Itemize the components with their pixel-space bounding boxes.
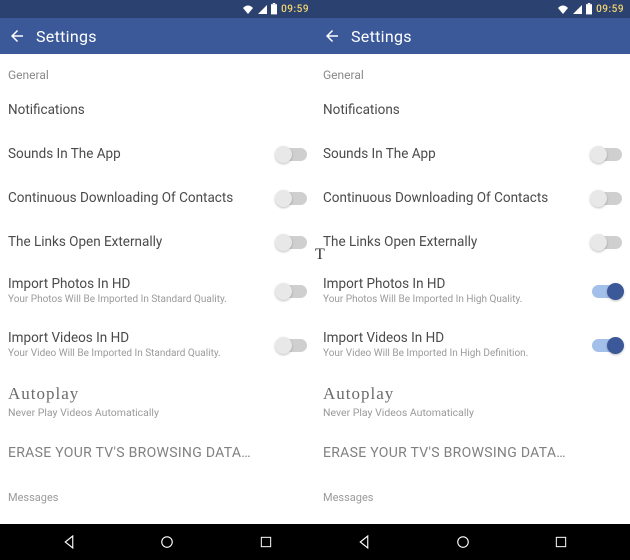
row-notifications[interactable]: Notifications (6, 88, 309, 132)
row-videos[interactable]: Import Videos In HD Your Video Will Be I… (321, 318, 624, 372)
sub-photos: Your Photos Will Be Imported In High Qua… (323, 294, 584, 306)
label-sounds: Sounds In The App (323, 146, 584, 162)
label-notifications: Notifications (8, 102, 299, 118)
row-autoplay[interactable]: Autoplay Never Play Videos Automatically (321, 372, 624, 431)
back-icon[interactable] (323, 27, 341, 45)
label-contacts: Continuous Downloading Of Contacts (323, 190, 584, 206)
row-photos[interactable]: Import Photos In HD Your Photos Will Be … (321, 264, 624, 318)
overlay-letter: T (315, 246, 325, 264)
android-nav-bar (0, 524, 630, 560)
row-photos[interactable]: Import Photos In HD Your Photos Will Be … (6, 264, 309, 318)
nav-back[interactable] (39, 524, 99, 560)
sub-autoplay: Never Play Videos Automatically (8, 407, 299, 420)
row-contacts[interactable]: Continuous Downloading Of Contacts (321, 176, 624, 220)
status-bar: 09:59 (315, 0, 630, 18)
row-erase[interactable]: ERASE YOUR TV'S BROWSING DATA… (6, 431, 309, 475)
label-autoplay: Autoplay (323, 384, 614, 404)
settings-content: General Notifications Sounds In The App … (0, 54, 315, 524)
signal-icon (572, 4, 582, 14)
row-links[interactable]: The Links Open Externally (6, 220, 309, 264)
row-contacts[interactable]: Continuous Downloading Of Contacts (6, 176, 309, 220)
app-bar: Settings (0, 18, 315, 54)
nav-recent[interactable] (531, 524, 591, 560)
toggle-sounds[interactable] (277, 148, 307, 161)
toggle-photos[interactable] (277, 285, 307, 298)
toggle-contacts[interactable] (592, 192, 622, 205)
settings-content: General Notifications Sounds In The App … (315, 54, 630, 524)
page-title: Settings (351, 27, 412, 46)
label-messages: Messages (323, 491, 614, 504)
battery-icon (585, 3, 593, 15)
label-links: The Links Open Externally (8, 234, 269, 250)
label-notifications: Notifications (323, 102, 614, 118)
row-links[interactable]: The Links Open Externally (321, 220, 624, 264)
section-general: General (321, 54, 624, 88)
sub-photos: Your Photos Will Be Imported In Standard… (8, 294, 269, 306)
nav-home[interactable] (137, 524, 197, 560)
row-autoplay[interactable]: Autoplay Never Play Videos Automatically (6, 372, 309, 431)
row-messages[interactable]: Messages (6, 475, 309, 519)
label-erase: ERASE YOUR TV'S BROWSING DATA… (8, 445, 299, 462)
screen-left: 09:59 Settings General Notifications Sou… (0, 0, 315, 524)
section-general: General (6, 54, 309, 88)
label-photos: Import Photos In HD (323, 276, 584, 292)
nav-home[interactable] (433, 524, 493, 560)
status-bar: 09:59 (0, 0, 315, 18)
wifi-icon (242, 4, 254, 14)
label-messages: Messages (8, 491, 299, 504)
row-notifications[interactable]: Notifications (321, 88, 624, 132)
row-videos[interactable]: Import Videos In HD Your Video Will Be I… (6, 318, 309, 372)
toggle-contacts[interactable] (277, 192, 307, 205)
clock: 09:59 (596, 4, 624, 15)
label-sounds: Sounds In The App (8, 146, 269, 162)
toggle-links[interactable] (592, 236, 622, 249)
sub-videos: Your Video Will Be Imported In Standard … (8, 348, 269, 360)
row-messages[interactable]: Messages (321, 475, 624, 519)
label-links: The Links Open Externally (323, 234, 584, 250)
back-icon[interactable] (8, 27, 26, 45)
label-videos: Import Videos In HD (323, 330, 584, 346)
toggle-videos[interactable] (592, 339, 622, 352)
battery-icon (270, 3, 278, 15)
toggle-links[interactable] (277, 236, 307, 249)
screen-right: 09:59 Settings General Notifications Sou… (315, 0, 630, 524)
label-autoplay: Autoplay (8, 384, 299, 404)
app-bar: Settings (315, 18, 630, 54)
row-sounds[interactable]: Sounds In The App (6, 132, 309, 176)
label-erase: ERASE YOUR TV'S BROWSING DATA… (323, 445, 614, 462)
toggle-videos[interactable] (277, 339, 307, 352)
row-sounds[interactable]: Sounds In The App (321, 132, 624, 176)
toggle-photos[interactable] (592, 285, 622, 298)
row-erase[interactable]: ERASE YOUR TV'S BROWSING DATA… (321, 431, 624, 475)
sub-videos: Your Video Will Be Imported In High Defi… (323, 348, 584, 360)
nav-back[interactable] (334, 524, 394, 560)
page-title: Settings (36, 27, 97, 46)
label-photos: Import Photos In HD (8, 276, 269, 292)
wifi-icon (557, 4, 569, 14)
toggle-sounds[interactable] (592, 148, 622, 161)
signal-icon (257, 4, 267, 14)
nav-recent[interactable] (236, 524, 296, 560)
sub-autoplay: Never Play Videos Automatically (323, 407, 614, 420)
clock: 09:59 (281, 4, 309, 15)
label-videos: Import Videos In HD (8, 330, 269, 346)
label-contacts: Continuous Downloading Of Contacts (8, 190, 269, 206)
